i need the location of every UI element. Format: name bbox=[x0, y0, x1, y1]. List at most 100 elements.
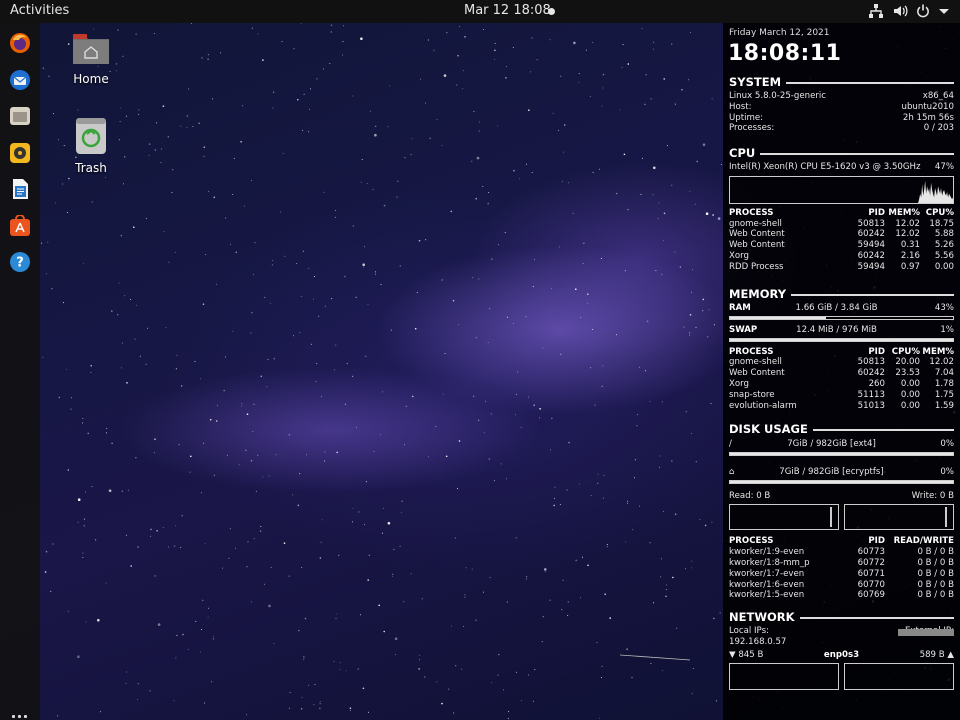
star bbox=[262, 59, 264, 61]
star bbox=[436, 118, 438, 120]
star bbox=[531, 172, 533, 173]
star bbox=[478, 419, 480, 421]
star bbox=[304, 617, 307, 620]
star bbox=[364, 524, 365, 526]
star bbox=[174, 251, 176, 253]
star bbox=[84, 518, 85, 520]
star bbox=[553, 504, 555, 507]
star bbox=[77, 498, 81, 502]
star bbox=[77, 521, 79, 523]
volume-icon[interactable] bbox=[892, 3, 908, 19]
star bbox=[532, 286, 534, 288]
firefox-icon[interactable] bbox=[9, 32, 31, 54]
section-header: DISK USAGE bbox=[729, 422, 954, 436]
star bbox=[601, 677, 602, 679]
power-icon[interactable] bbox=[915, 3, 931, 19]
star bbox=[319, 557, 322, 559]
star bbox=[339, 662, 341, 664]
star bbox=[308, 267, 310, 269]
star bbox=[168, 261, 170, 263]
star bbox=[421, 598, 423, 600]
star bbox=[45, 273, 47, 275]
star bbox=[526, 578, 528, 580]
star bbox=[441, 279, 443, 281]
star bbox=[252, 430, 254, 432]
star bbox=[82, 418, 84, 419]
star bbox=[138, 109, 140, 111]
star bbox=[310, 343, 312, 345]
star bbox=[594, 404, 596, 406]
cpu-model-row: Intel(R) Xeon(R) CPU E5-1620 v3 @ 3.50GH… bbox=[729, 162, 954, 172]
star bbox=[273, 91, 275, 93]
cpu-usage-graph bbox=[729, 175, 954, 204]
star bbox=[335, 618, 337, 619]
activities-button[interactable]: Activities bbox=[10, 3, 69, 18]
star bbox=[230, 243, 231, 245]
star bbox=[171, 191, 173, 193]
star bbox=[352, 95, 354, 97]
star bbox=[228, 557, 230, 559]
star bbox=[473, 395, 475, 397]
star bbox=[362, 263, 366, 267]
star bbox=[117, 314, 119, 316]
star bbox=[506, 601, 508, 603]
desktop-icon-home[interactable]: Home bbox=[61, 30, 121, 86]
thunderbird-icon[interactable] bbox=[9, 69, 31, 91]
star bbox=[689, 314, 692, 316]
star bbox=[135, 33, 137, 35]
star bbox=[450, 625, 452, 627]
star bbox=[55, 202, 57, 204]
memory-section: MEMORY RAM 1.66 GiB / 3.84 GiB 43% SWAP 12.… bbox=[729, 287, 954, 411]
desktop-icon-trash[interactable]: Trash bbox=[61, 117, 121, 175]
star bbox=[489, 577, 491, 579]
star bbox=[503, 689, 504, 691]
star bbox=[202, 599, 204, 601]
rhythmbox-icon[interactable] bbox=[9, 142, 31, 164]
star bbox=[653, 602, 654, 604]
star bbox=[707, 336, 709, 338]
star bbox=[592, 41, 594, 43]
star bbox=[51, 288, 53, 290]
star bbox=[91, 201, 93, 203]
files-icon[interactable] bbox=[9, 105, 31, 127]
star bbox=[488, 458, 490, 460]
star bbox=[229, 528, 231, 530]
star bbox=[646, 320, 649, 323]
star bbox=[70, 408, 72, 410]
section-header: SYSTEM bbox=[729, 75, 954, 89]
network-icon[interactable] bbox=[868, 3, 884, 19]
star bbox=[515, 393, 517, 395]
star bbox=[127, 489, 129, 491]
conky-system-monitor: Friday March 12, 2021 18:08:11 SYSTEM Li… bbox=[723, 23, 960, 720]
star bbox=[373, 451, 375, 452]
star bbox=[209, 418, 212, 421]
help-icon[interactable]: ? bbox=[9, 251, 31, 273]
table-row: kworker/1:7-even 60771 0 B / 0 B bbox=[729, 568, 954, 579]
star bbox=[148, 143, 151, 145]
star bbox=[380, 434, 382, 436]
network-traffic-row: ▼ 845 Benp0s3 589 B ▲ bbox=[729, 649, 954, 660]
chevron-down-icon[interactable] bbox=[936, 3, 952, 19]
star bbox=[692, 668, 694, 669]
software-center-icon[interactable] bbox=[9, 215, 31, 237]
star bbox=[429, 137, 431, 139]
star bbox=[441, 702, 443, 705]
top-bar-clock[interactable]: Mar 12 18:08 bbox=[464, 3, 551, 18]
star bbox=[598, 168, 600, 170]
libreoffice-writer-icon[interactable] bbox=[9, 178, 31, 200]
star bbox=[652, 48, 654, 50]
star bbox=[563, 151, 564, 153]
star bbox=[257, 33, 259, 35]
star bbox=[475, 619, 477, 621]
star bbox=[674, 513, 677, 515]
star bbox=[383, 204, 386, 207]
star bbox=[559, 503, 561, 505]
star bbox=[658, 202, 660, 204]
star bbox=[145, 218, 147, 220]
star bbox=[225, 217, 227, 219]
apps-grid-icon[interactable] bbox=[12, 715, 28, 720]
star bbox=[381, 532, 383, 534]
star bbox=[293, 335, 294, 337]
star bbox=[563, 124, 566, 126]
star bbox=[138, 113, 140, 115]
